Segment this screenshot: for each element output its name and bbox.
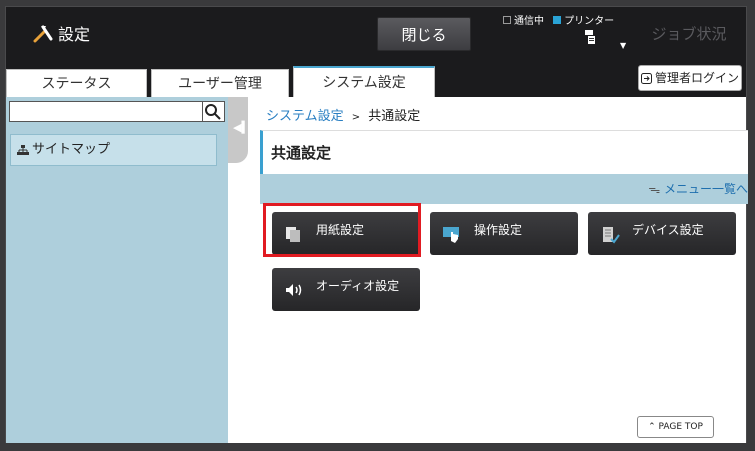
title-bar: 設定 閉じる 通信中 プリンター ▼ ジョブ状況 (6, 7, 746, 59)
menu-list-link[interactable]: ᯓ メニュー一覧へ (648, 182, 748, 196)
device-settings-label: デバイス設定 (632, 223, 704, 237)
menu-band: ᯓ メニュー一覧へ (260, 174, 748, 204)
tab-status[interactable]: ステータス (6, 69, 147, 97)
job-status-button[interactable]: ジョブ状況 (636, 17, 742, 51)
close-button[interactable]: 閉じる (377, 17, 471, 51)
chevron-up-icon: ⌃ (648, 422, 656, 432)
audio-settings-label: オーディオ設定 (316, 279, 400, 293)
sitemap-icon (17, 144, 29, 155)
operation-settings-button[interactable]: 操作設定 (430, 212, 578, 255)
sitemap-label: サイトマップ (32, 142, 111, 157)
sitemap-link[interactable]: サイトマップ (10, 134, 217, 166)
status-comm-label: 通信中 (514, 16, 544, 27)
app-title-text: 設定 (58, 25, 91, 44)
login-icon (640, 72, 652, 84)
tab-user-management[interactable]: ユーザー管理 (151, 69, 289, 97)
menu-list-icon: ᯓ (648, 182, 664, 196)
operation-settings-label: 操作設定 (474, 223, 523, 237)
admin-login-button[interactable]: 管理者ログイン (638, 65, 742, 91)
menu-list-link-label: メニュー一覧へ (663, 182, 748, 196)
tab-bar: ステータス ユーザー管理 システム設定 管理者ログイン (6, 59, 746, 97)
printer-indicator-icon (553, 15, 562, 24)
app-window: 設定 閉じる 通信中 プリンター ▼ ジョブ状況 ステータス ユーザー管理 シス… (5, 6, 748, 443)
page-title: 共通設定 (260, 130, 748, 174)
sidebar-collapse-handle[interactable]: ◀▍ (228, 97, 250, 163)
content-area: サイトマップ ◀▍ システム設定 > 共通設定 共通設定 ᯓ メニュー一覧へ 用… (6, 97, 748, 443)
chevron-down-icon[interactable]: ▼ (620, 41, 626, 50)
speaker-icon (286, 284, 302, 296)
breadcrumb-current: 共通設定 (368, 109, 421, 124)
search-button[interactable] (203, 101, 225, 122)
search-icon (205, 104, 221, 120)
app-title: 設定 (32, 21, 90, 45)
main-panel: システム設定 > 共通設定 共通設定 ᯓ メニュー一覧へ 用紙設定 操作設定 デ… (248, 97, 748, 443)
breadcrumb-parent-link[interactable]: システム設定 (266, 109, 344, 124)
tab-system-settings[interactable]: システム設定 (293, 66, 435, 97)
touch-icon (443, 227, 459, 243)
tools-icon (33, 25, 53, 43)
page-top-label: PAGE TOP (658, 422, 703, 432)
status-indicators: 通信中 プリンター (503, 12, 620, 27)
printer-icon[interactable] (584, 29, 596, 45)
search-input[interactable] (9, 101, 203, 122)
sidebar: サイトマップ (6, 97, 228, 443)
status-comm: 通信中 (503, 12, 544, 27)
device-settings-button[interactable]: デバイス設定 (588, 212, 736, 255)
highlight-box (263, 203, 421, 257)
device-icon (603, 227, 620, 244)
breadcrumb: システム設定 > 共通設定 (266, 105, 420, 124)
audio-settings-button[interactable]: オーディオ設定 (272, 268, 420, 311)
breadcrumb-separator: > (351, 112, 361, 123)
comm-indicator-icon (503, 15, 511, 24)
admin-login-label: 管理者ログイン (654, 71, 739, 85)
status-printer-label: プリンター (564, 16, 615, 27)
status-printer: プリンター (553, 12, 614, 27)
page-top-button[interactable]: ⌃ PAGE TOP (637, 416, 714, 438)
